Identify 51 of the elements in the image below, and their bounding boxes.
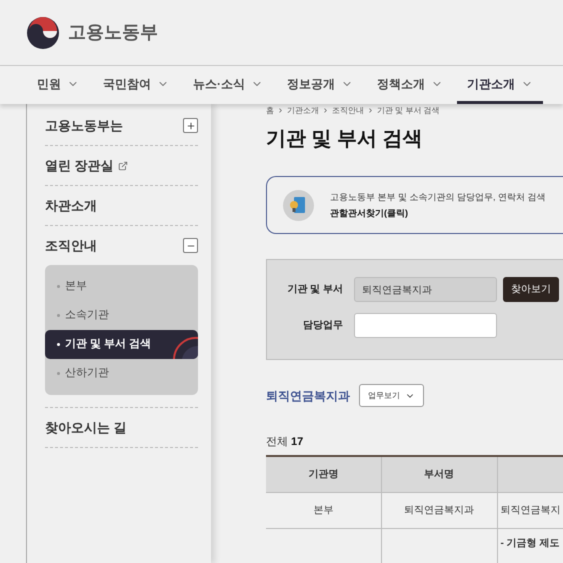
page-title: 기관 및 부서 검색 bbox=[266, 127, 424, 152]
column-header: 기관명 bbox=[266, 456, 381, 492]
submenu-item[interactable]: 기관 및 부서 검색 bbox=[45, 330, 198, 359]
submenu-item[interactable]: 산하기관 bbox=[45, 359, 198, 388]
column-header: 부서명 bbox=[381, 456, 497, 492]
table-cell: 퇴직연금복지 bbox=[500, 505, 560, 516]
table-cell: 퇴직연금복지과 bbox=[404, 505, 474, 516]
field-label: 담당업무 bbox=[302, 319, 343, 333]
chevron-right-icon bbox=[322, 107, 329, 114]
chevron-right-icon bbox=[367, 107, 374, 114]
submenu-item[interactable]: 본부 bbox=[45, 272, 198, 301]
info-text: 고용노동부 본부 및 소속기관의 담당업무, 연락처 검색 bbox=[330, 191, 546, 204]
breadcrumb-link[interactable]: 기관소개 bbox=[287, 104, 319, 116]
total-label: 전체 bbox=[266, 435, 288, 450]
search-button[interactable]: 찾아보기 bbox=[503, 277, 559, 302]
submenu-item[interactable]: 소속기관 bbox=[45, 301, 198, 330]
field-label: 기관 및 부서 bbox=[286, 283, 343, 297]
table-cell: 본부 bbox=[313, 505, 334, 516]
office-finder-link[interactable]: 관할관서찾기(클릭) bbox=[330, 208, 408, 218]
input-field[interactable] bbox=[354, 313, 497, 338]
chevron-right-icon bbox=[277, 107, 284, 114]
lightbulb-book-icon bbox=[283, 190, 314, 220]
toggle-button[interactable] bbox=[183, 238, 198, 253]
breadcrumb-link[interactable]: 홈 bbox=[266, 104, 274, 116]
logo-icon bbox=[26, 16, 60, 50]
nav-tab[interactable]: 뉴스·소식 bbox=[193, 66, 263, 104]
bullet-icon bbox=[57, 372, 60, 375]
sidebar-item[interactable]: 찾아오시는 길 bbox=[45, 418, 127, 438]
nav-tab[interactable]: 국민참여 bbox=[103, 66, 169, 104]
external-link-icon bbox=[118, 160, 128, 170]
table-cell: - 기금형 제도 bbox=[500, 538, 560, 549]
input-field[interactable]: 퇴직연금복지과 bbox=[354, 277, 497, 302]
bullet-icon bbox=[57, 285, 60, 288]
nav-tab[interactable]: 정책소개 bbox=[377, 66, 443, 104]
breadcrumb-link[interactable]: 조직안내 bbox=[332, 104, 364, 116]
sidebar-item[interactable]: 차관소개 bbox=[45, 196, 97, 216]
logo-text: 고용노동부 bbox=[68, 21, 158, 44]
bullet-icon bbox=[57, 343, 60, 346]
toggle-button[interactable] bbox=[183, 118, 198, 133]
total-count: 17 bbox=[291, 435, 304, 450]
breadcrumb-link[interactable]: 기관 및 부서 검색 bbox=[377, 104, 440, 116]
bullet-icon bbox=[57, 314, 60, 317]
sidebar-item[interactable]: 조직안내 bbox=[45, 236, 97, 256]
nav-tab[interactable]: 기관소개 bbox=[457, 66, 543, 104]
plus-icon bbox=[186, 120, 196, 130]
department-name: 퇴직연금복지과 bbox=[266, 388, 350, 404]
nav-tab[interactable]: 민원 bbox=[37, 66, 79, 104]
sidebar-item[interactable]: 고용노동부는 bbox=[45, 116, 123, 136]
task-view-dropdown[interactable]: 업무보기 bbox=[359, 384, 424, 407]
sidebar-item[interactable]: 열린 장관실 bbox=[45, 156, 114, 176]
nav-tab[interactable]: 정보공개 bbox=[287, 66, 353, 104]
